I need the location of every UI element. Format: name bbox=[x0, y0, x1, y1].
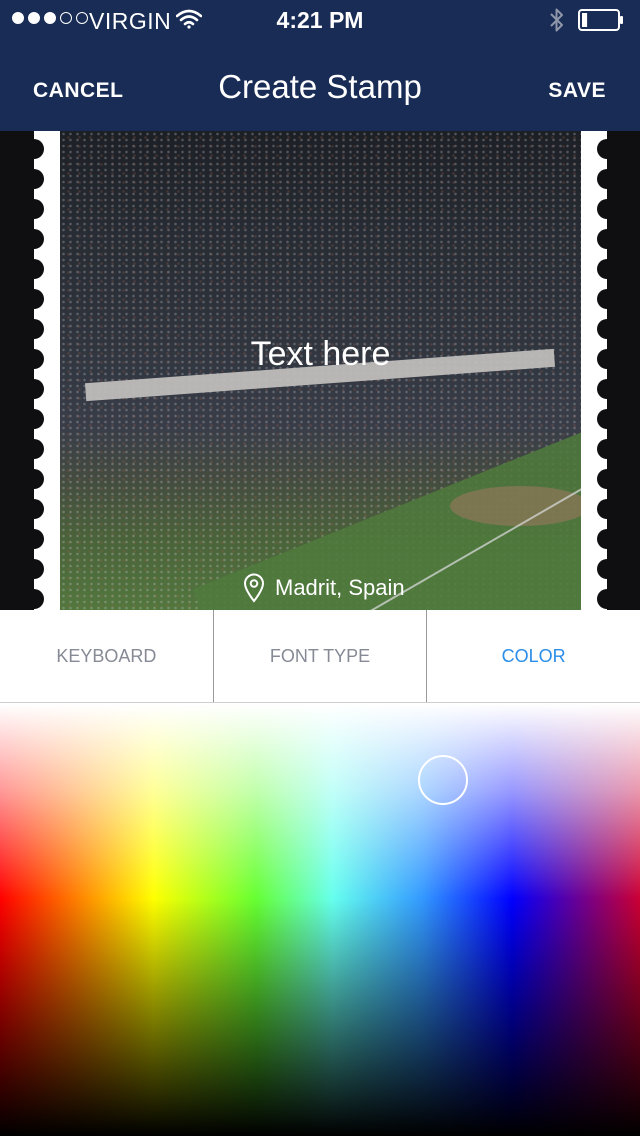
perforation-hole bbox=[597, 469, 617, 489]
stamp-text[interactable]: Text here bbox=[60, 335, 581, 374]
perforation-hole bbox=[597, 409, 617, 429]
perforation-hole bbox=[24, 439, 44, 459]
bluetooth-icon bbox=[550, 8, 563, 32]
perforation-hole bbox=[24, 289, 44, 309]
perforation-hole bbox=[597, 199, 617, 219]
perforation-hole bbox=[24, 319, 44, 339]
page-title: Create Stamp bbox=[218, 68, 422, 105]
stamp-photo[interactable]: Text here Madrit, Spain bbox=[60, 131, 581, 610]
perforation-hole bbox=[597, 529, 617, 549]
perforation-hole bbox=[597, 439, 617, 459]
perforation-hole bbox=[24, 379, 44, 399]
perforation-hole bbox=[597, 499, 617, 519]
perforation-hole bbox=[597, 139, 617, 159]
perforation-hole bbox=[597, 589, 617, 609]
stamp-location: Madrit, Spain bbox=[243, 573, 405, 603]
map-pin-icon bbox=[243, 573, 265, 603]
tab-color[interactable]: COLOR bbox=[427, 610, 640, 702]
perforation-hole bbox=[24, 139, 44, 159]
perforation-hole bbox=[597, 559, 617, 579]
perforation-hole bbox=[24, 529, 44, 549]
color-picker-darkness-overlay bbox=[0, 704, 640, 1136]
status-bar: VIRGIN 4:21 PM bbox=[0, 0, 640, 40]
perforation-hole bbox=[597, 229, 617, 249]
perforation-hole bbox=[24, 499, 44, 519]
status-time: 4:21 PM bbox=[276, 7, 364, 33]
tab-bar: KEYBOARD FONT TYPE COLOR bbox=[0, 610, 640, 703]
tab-font-type[interactable]: FONT TYPE bbox=[214, 610, 428, 702]
perforation-hole bbox=[597, 169, 617, 189]
save-button[interactable]: SAVE bbox=[548, 79, 606, 103]
tab-keyboard[interactable]: KEYBOARD bbox=[0, 610, 214, 702]
perforation-hole bbox=[24, 229, 44, 249]
battery-icon bbox=[578, 9, 623, 31]
perforation-hole bbox=[24, 469, 44, 489]
top-bar: VIRGIN 4:21 PM CANCEL Create Stamp SAVE bbox=[0, 0, 640, 131]
battery-fill bbox=[582, 13, 588, 27]
perforation-hole bbox=[24, 559, 44, 579]
location-label: Madrit, Spain bbox=[275, 575, 405, 600]
stamp-preview: Text here Madrit, Spain bbox=[0, 131, 640, 610]
perforation-hole bbox=[24, 589, 44, 609]
perforation-hole bbox=[24, 409, 44, 429]
color-picker-handle[interactable] bbox=[418, 755, 468, 805]
color-picker[interactable] bbox=[0, 704, 640, 1136]
stamp-perforation-left bbox=[24, 131, 60, 610]
perforation-hole bbox=[597, 289, 617, 309]
stamp: Text here Madrit, Spain bbox=[24, 131, 617, 610]
perforation-hole bbox=[597, 259, 617, 279]
perforation-hole bbox=[24, 349, 44, 369]
perforation-hole bbox=[24, 259, 44, 279]
perforation-hole bbox=[597, 379, 617, 399]
stamp-perforation-right bbox=[581, 131, 617, 610]
perforation-hole bbox=[24, 169, 44, 189]
perforation-hole bbox=[24, 199, 44, 219]
perforation-hole bbox=[597, 349, 617, 369]
perforation-hole bbox=[597, 319, 617, 339]
